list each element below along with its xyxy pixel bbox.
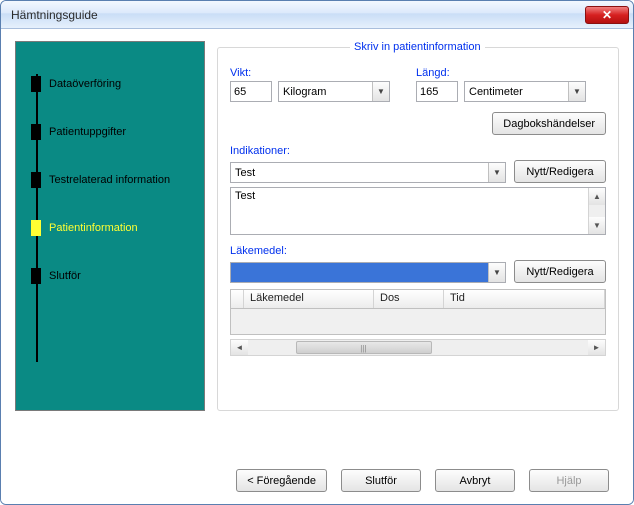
- scroll-left-icon: ◄: [231, 340, 248, 355]
- scroll-up-icon: ▲: [589, 188, 605, 205]
- help-button[interactable]: Hjälp: [529, 469, 609, 492]
- chevron-down-icon: ▼: [488, 263, 505, 282]
- wizard-steps-panel: Dataöverföring Patientuppgifter Testrela…: [15, 41, 205, 411]
- weight-unit-value: Kilogram: [283, 86, 326, 98]
- wizard-footer: < Föregående Slutför Avbryt Hjälp: [15, 469, 619, 492]
- weight-label: Vikt:: [230, 67, 272, 79]
- wizard-step-slutfor[interactable]: Slutför: [24, 252, 196, 300]
- close-button[interactable]: ✕: [585, 6, 629, 24]
- vertical-scrollbar[interactable]: ▲ ▼: [588, 188, 605, 234]
- meds-table-body[interactable]: [230, 309, 606, 335]
- back-button[interactable]: < Föregående: [236, 469, 327, 492]
- wizard-step-patientuppgifter[interactable]: Patientuppgifter: [24, 108, 196, 156]
- step-marker-icon: [31, 124, 41, 140]
- meds-new-edit-button[interactable]: Nytt/Redigera: [514, 260, 606, 283]
- finish-button[interactable]: Slutför: [341, 469, 421, 492]
- col-lakemedel: Läkemedel: [244, 290, 374, 308]
- cancel-button[interactable]: Avbryt: [435, 469, 515, 492]
- step-marker-icon: [31, 76, 41, 92]
- step-marker-icon: [31, 172, 41, 188]
- height-unit-select[interactable]: Centimeter ▼: [464, 81, 586, 102]
- meds-label: Läkemedel:: [230, 245, 606, 257]
- indications-list[interactable]: Test ▲ ▼: [230, 187, 606, 235]
- titlebar: Hämtningsguide ✕: [1, 1, 633, 29]
- step-label: Patientuppgifter: [49, 126, 126, 138]
- wizard-step-patientinformation[interactable]: Patientinformation: [24, 204, 196, 252]
- weight-unit-select[interactable]: Kilogram ▼: [278, 81, 390, 102]
- scroll-down-icon: ▼: [589, 217, 605, 234]
- step-label: Patientinformation: [49, 222, 138, 234]
- horizontal-scrollbar[interactable]: ◄ ||| ►: [230, 339, 606, 356]
- diary-events-button[interactable]: Dagbokshändelser: [492, 112, 606, 135]
- meds-select[interactable]: ▼: [230, 262, 506, 283]
- wizard-step-testrelaterad[interactable]: Testrelaterad information: [24, 156, 196, 204]
- patient-info-fieldset: Skriv in patientinformation Vikt: Kilogr…: [217, 41, 619, 411]
- step-label: Testrelaterad information: [49, 174, 170, 186]
- col-tid: Tid: [444, 290, 605, 308]
- col-dos: Dos: [374, 290, 444, 308]
- height-input[interactable]: [416, 81, 458, 102]
- fieldset-legend: Skriv in patientinformation: [350, 41, 485, 53]
- scroll-grip-icon: |||: [360, 344, 366, 353]
- list-item: Test: [235, 190, 255, 202]
- wizard-connector-line: [36, 74, 38, 362]
- chevron-down-icon: ▼: [568, 82, 585, 101]
- height-unit-value: Centimeter: [469, 86, 523, 98]
- weight-input[interactable]: [230, 81, 272, 102]
- indications-new-edit-button[interactable]: Nytt/Redigera: [514, 160, 606, 183]
- step-label: Slutför: [49, 270, 81, 282]
- indications-selected: Test: [235, 167, 255, 179]
- wizard-window: Hämtningsguide ✕ Dataöverföring Patientu…: [0, 0, 634, 505]
- chevron-down-icon: ▼: [488, 163, 505, 182]
- indications-label: Indikationer:: [230, 145, 606, 157]
- scroll-right-icon: ►: [588, 340, 605, 355]
- client-area: Dataöverföring Patientuppgifter Testrela…: [1, 29, 633, 504]
- wizard-step-dataoverforing[interactable]: Dataöverföring: [24, 60, 196, 108]
- step-marker-icon: [31, 220, 41, 236]
- indications-select[interactable]: Test ▼: [230, 162, 506, 183]
- meds-table-header: Läkemedel Dos Tid: [230, 289, 606, 309]
- window-title: Hämtningsguide: [11, 8, 98, 22]
- scroll-track: |||: [248, 340, 588, 355]
- step-label: Dataöverföring: [49, 78, 121, 90]
- patient-info-panel: Skriv in patientinformation Vikt: Kilogr…: [217, 41, 619, 411]
- close-icon: ✕: [602, 8, 612, 22]
- step-marker-icon: [31, 268, 41, 284]
- height-label: Längd:: [416, 67, 458, 79]
- chevron-down-icon: ▼: [372, 82, 389, 101]
